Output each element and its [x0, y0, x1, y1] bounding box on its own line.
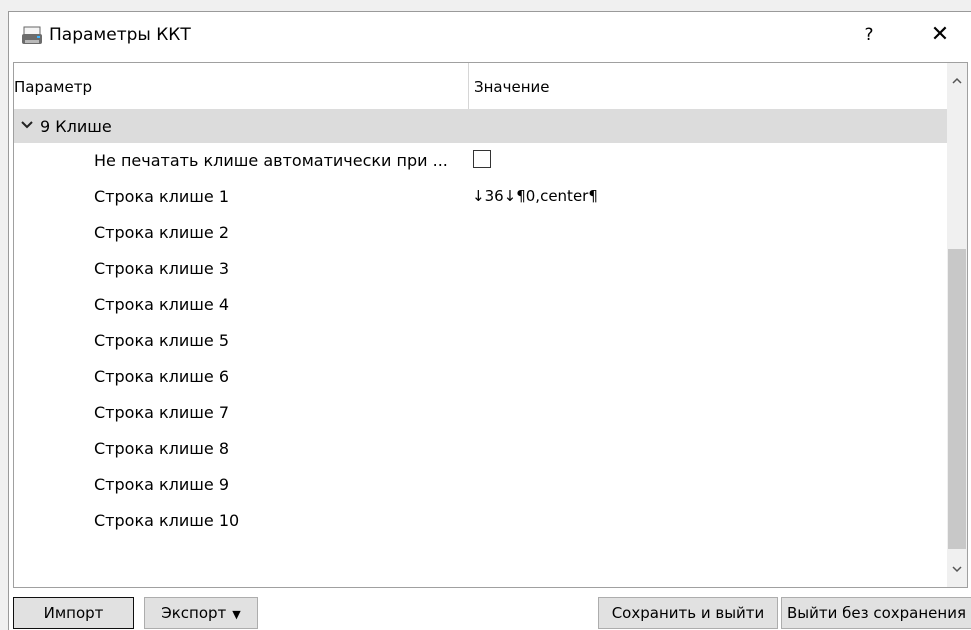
save-and-exit-button[interactable]: Сохранить и выйти — [598, 597, 778, 629]
close-button[interactable]: ✕ — [925, 20, 955, 50]
table-row[interactable]: Строка клише 3 — [14, 251, 947, 287]
help-button[interactable]: ? — [857, 22, 881, 48]
scrollbar-thumb[interactable] — [948, 249, 966, 549]
table-row[interactable]: Не печатать клише автоматически при ... — [14, 143, 947, 179]
no-auto-print-checkbox[interactable] — [473, 150, 491, 168]
exit-without-saving-button[interactable]: Выйти без сохранения — [781, 597, 971, 629]
table-row[interactable]: Строка клише 7 — [14, 395, 947, 431]
export-label: Экспорт — [161, 604, 227, 622]
grid-header: Параметр Значение — [14, 63, 947, 109]
param-name: Строка клише 8 — [94, 439, 230, 458]
param-name: Строка клише 6 — [94, 367, 230, 386]
table-row[interactable]: Строка клише 6 — [14, 359, 947, 395]
param-name: Не печатать клише автоматически при ... — [94, 151, 448, 170]
param-name: Строка клише 5 — [94, 331, 230, 350]
printer-icon — [22, 26, 42, 44]
param-value[interactable]: ↓36↓¶0,center¶ — [472, 187, 598, 205]
import-button[interactable]: Импорт — [13, 597, 134, 629]
settings-dialog: Параметры ККТ ? ✕ Параметр Значение 9 Кл… — [8, 11, 971, 630]
table-row[interactable]: Строка клише 4 — [14, 287, 947, 323]
scroll-up-button[interactable] — [947, 75, 967, 95]
column-header-parameter[interactable]: Параметр — [14, 78, 92, 96]
group-label: 9 Клише — [40, 117, 112, 136]
scroll-down-button[interactable] — [947, 563, 967, 583]
table-row[interactable]: Строка клише 1 ↓36↓¶0,center¶ — [14, 179, 947, 215]
exit-no-save-label: Выйти без сохранения — [787, 604, 966, 622]
table-row[interactable]: Строка клише 10 — [14, 503, 947, 539]
table-row[interactable]: Строка клише 2 — [14, 215, 947, 251]
chevron-down-icon[interactable] — [20, 114, 34, 138]
dropdown-arrow-icon: ▼ — [232, 608, 241, 621]
table-row[interactable]: Строка клише 8 — [14, 431, 947, 467]
param-name: Строка клише 2 — [94, 223, 230, 242]
window-title: Параметры ККТ — [49, 25, 191, 45]
param-name: Строка клише 10 — [94, 511, 240, 530]
import-label: Импорт — [43, 604, 104, 622]
parameters-grid: Параметр Значение 9 Клише Не печатать кл… — [13, 62, 968, 588]
export-dropdown-button[interactable]: Экспорт ▼ — [144, 597, 258, 629]
title-bar: Параметры ККТ ? ✕ — [9, 12, 971, 62]
table-row[interactable]: Строка клише 9 — [14, 467, 947, 503]
group-row-cliche[interactable]: 9 Клише — [14, 109, 947, 143]
column-header-value[interactable]: Значение — [474, 78, 550, 96]
vertical-scrollbar[interactable] — [947, 63, 967, 587]
param-name: Строка клише 9 — [94, 475, 230, 494]
param-name: Строка клише 4 — [94, 295, 230, 314]
column-divider[interactable] — [468, 63, 469, 109]
param-name: Строка клише 1 — [94, 187, 230, 206]
save-exit-label: Сохранить и выйти — [611, 604, 765, 622]
param-name: Строка клише 3 — [94, 259, 230, 278]
param-name: Строка клише 7 — [94, 403, 230, 422]
table-row[interactable]: Строка клише 5 — [14, 323, 947, 359]
